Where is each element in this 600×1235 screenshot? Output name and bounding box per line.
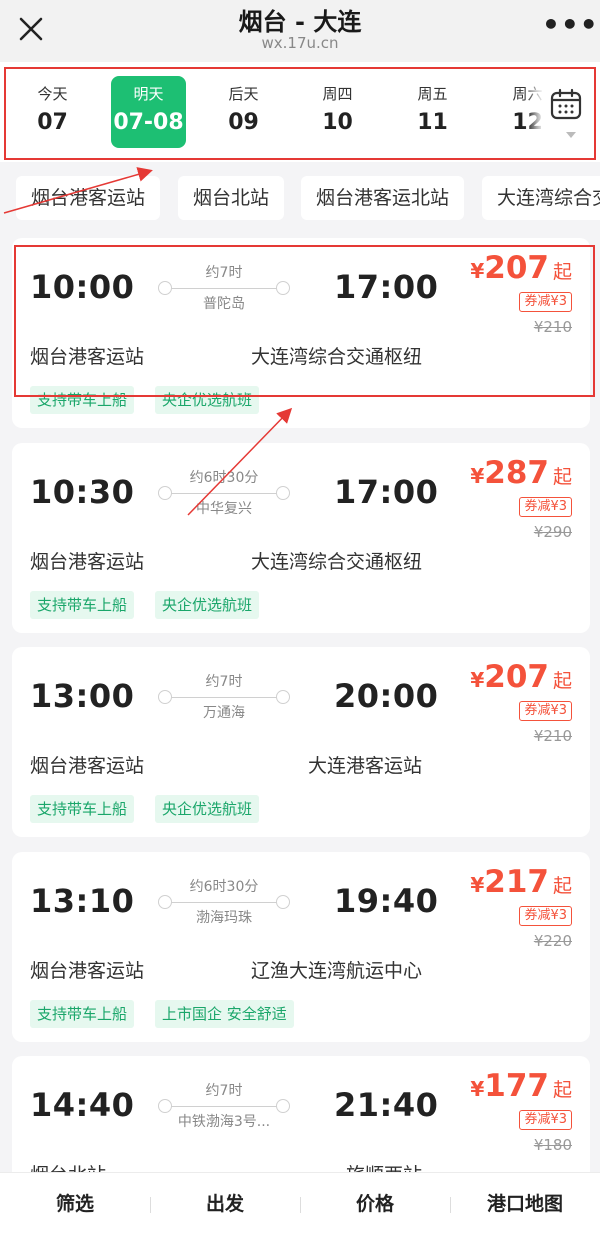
date-tab-thursday[interactable]: 周四 10	[300, 76, 375, 148]
departure-time: 13:10	[30, 882, 135, 920]
tag-vehicle: 支持带车上船	[30, 795, 135, 823]
ship-name: 渤海玛珠	[196, 910, 252, 926]
arrival-station: 大连湾综合交通枢纽	[250, 346, 422, 368]
voyage-card[interactable]: 13:00 约7时 万通海 20:00 ¥207 起 券减¥3 ¥210 烟台港客…	[12, 647, 590, 837]
calendar-button[interactable]	[542, 62, 600, 162]
coupon-badge: 券减¥3	[519, 497, 572, 517]
arrival-time: 19:40	[334, 882, 439, 920]
route-line	[162, 902, 286, 903]
station-chip-dalian-bay[interactable]: 大连湾综合交通枢纽	[482, 176, 600, 220]
port-map-button[interactable]: 港口地图	[450, 1173, 600, 1235]
duration: 约7时	[205, 265, 243, 281]
coupon-badge: 券减¥3	[519, 906, 572, 926]
original-price: ¥210	[533, 727, 572, 745]
voyage-card[interactable]: 10:00 约7时 普陀岛 17:00 ¥207 起 券减¥3 ¥210 烟台港客…	[12, 238, 590, 428]
top-header: 烟台 - 大连 wx.17u.cn •••	[0, 0, 600, 62]
tag-soe: 央企优选航班	[155, 591, 260, 619]
departure-time: 13:00	[30, 677, 135, 715]
coupon-badge: 券减¥3	[519, 1110, 572, 1130]
station-filter-chips: 烟台港客运站 烟台北站 烟台港客运北站 大连湾综合交通枢纽	[0, 162, 600, 232]
price-amount: 207	[484, 250, 549, 286]
bottom-toolbar: 筛选 出发 价格 港口地图	[0, 1172, 600, 1235]
departure-station: 烟台港客运站	[30, 551, 145, 573]
date-selector: 今天 07 明天 07-08 后天 09 周四 10 周五 11 周六 12	[0, 62, 600, 162]
departure-time: 14:40	[30, 1086, 135, 1124]
arrival-time: 17:00	[334, 268, 439, 306]
arrival-station: 旅顺西站	[346, 1160, 422, 1172]
station-chip-yantai-north[interactable]: 烟台北站	[178, 176, 285, 220]
arrival-time: 20:00	[334, 677, 439, 715]
coupon-badge: 券减¥3	[519, 292, 572, 312]
filter-button[interactable]: 筛选	[0, 1173, 150, 1235]
arrival-station: 辽渔大连湾航运中心	[250, 960, 422, 982]
station-chip-yantai-port-north[interactable]: 烟台港客运北站	[301, 176, 465, 220]
price: ¥217 起	[470, 864, 572, 900]
price-amount: 217	[484, 864, 549, 900]
original-price: ¥290	[533, 523, 572, 541]
price: ¥207 起	[470, 659, 572, 695]
date-tab-tomorrow[interactable]: 明天 07-08	[111, 76, 186, 148]
price: ¥177 起	[470, 1068, 572, 1104]
original-price: ¥220	[533, 932, 572, 950]
arrival-station: 大连湾综合交通枢纽	[250, 551, 422, 573]
arrival-time: 21:40	[334, 1086, 439, 1124]
route-line	[162, 288, 286, 289]
voyage-list: 10:00 约7时 普陀岛 17:00 ¥207 起 券减¥3 ¥210 烟台港客…	[0, 232, 600, 1172]
price-amount: 207	[484, 659, 549, 695]
ship-name: 普陀岛	[203, 296, 245, 312]
original-price: ¥180	[533, 1136, 572, 1154]
voyage-card[interactable]: 14:40 约7时 中铁渤海3号... 21:40 ¥177 起 券减¥3 ¥18…	[12, 1056, 590, 1172]
date-tab-friday[interactable]: 周五 11	[395, 76, 470, 148]
ship-name: 中铁渤海3号...	[177, 1114, 271, 1130]
duration: 约7时	[205, 1083, 243, 1099]
price-amount: 177	[484, 1068, 549, 1104]
duration: 约6时30分	[189, 879, 259, 895]
chevron-down-icon	[566, 132, 576, 138]
original-price: ¥210	[533, 318, 572, 336]
route-line	[162, 697, 286, 698]
route-line	[162, 493, 286, 494]
departure-station: 烟台港客运站	[30, 346, 145, 368]
duration: 约6时30分	[189, 470, 259, 486]
departure-station: 烟台港客运站	[30, 755, 145, 777]
duration: 约7时	[205, 674, 243, 690]
departure-time: 10:00	[30, 268, 135, 306]
price: ¥287 起	[470, 455, 572, 491]
departure-station: 烟台港客运站	[30, 960, 145, 982]
price: ¥207 起	[470, 250, 572, 286]
voyage-card[interactable]: 13:10 约6时30分 渤海玛珠 19:40 ¥217 起 券减¥3 ¥220 …	[12, 852, 590, 1042]
sort-price-button[interactable]: 价格	[300, 1173, 450, 1235]
sort-departure-button[interactable]: 出发	[150, 1173, 300, 1235]
coupon-badge: 券减¥3	[519, 701, 572, 721]
departure-time: 10:30	[30, 473, 135, 511]
date-tab-today[interactable]: 今天 07	[15, 76, 90, 148]
date-tab-day-after[interactable]: 后天 09	[206, 76, 281, 148]
more-icon[interactable]: •••	[542, 11, 598, 44]
tag-soe: 央企优选航班	[155, 386, 260, 414]
tag-listed-soe: 上市国企 安全舒适	[155, 1000, 294, 1028]
tag-vehicle: 支持带车上船	[30, 1000, 135, 1028]
page-subtitle: wx.17u.cn	[261, 34, 339, 52]
arrival-time: 17:00	[334, 473, 439, 511]
ship-name: 中华复兴	[196, 501, 252, 517]
arrival-station: 大连港客运站	[307, 755, 422, 777]
station-chip-yantai-port[interactable]: 烟台港客运站	[16, 176, 161, 220]
price-amount: 287	[484, 455, 549, 491]
route-line	[162, 1106, 286, 1107]
tag-vehicle: 支持带车上船	[30, 591, 135, 619]
ship-name: 万通海	[203, 705, 245, 721]
page-title: 烟台 - 大连	[238, 8, 362, 36]
departure-station: 烟台北站	[30, 1160, 106, 1172]
tag-soe: 央企优选航班	[155, 795, 260, 823]
tag-vehicle: 支持带车上船	[30, 386, 135, 414]
calendar-icon	[550, 88, 582, 120]
voyage-card[interactable]: 10:30 约6时30分 中华复兴 17:00 ¥287 起 券减¥3 ¥290 …	[12, 443, 590, 633]
